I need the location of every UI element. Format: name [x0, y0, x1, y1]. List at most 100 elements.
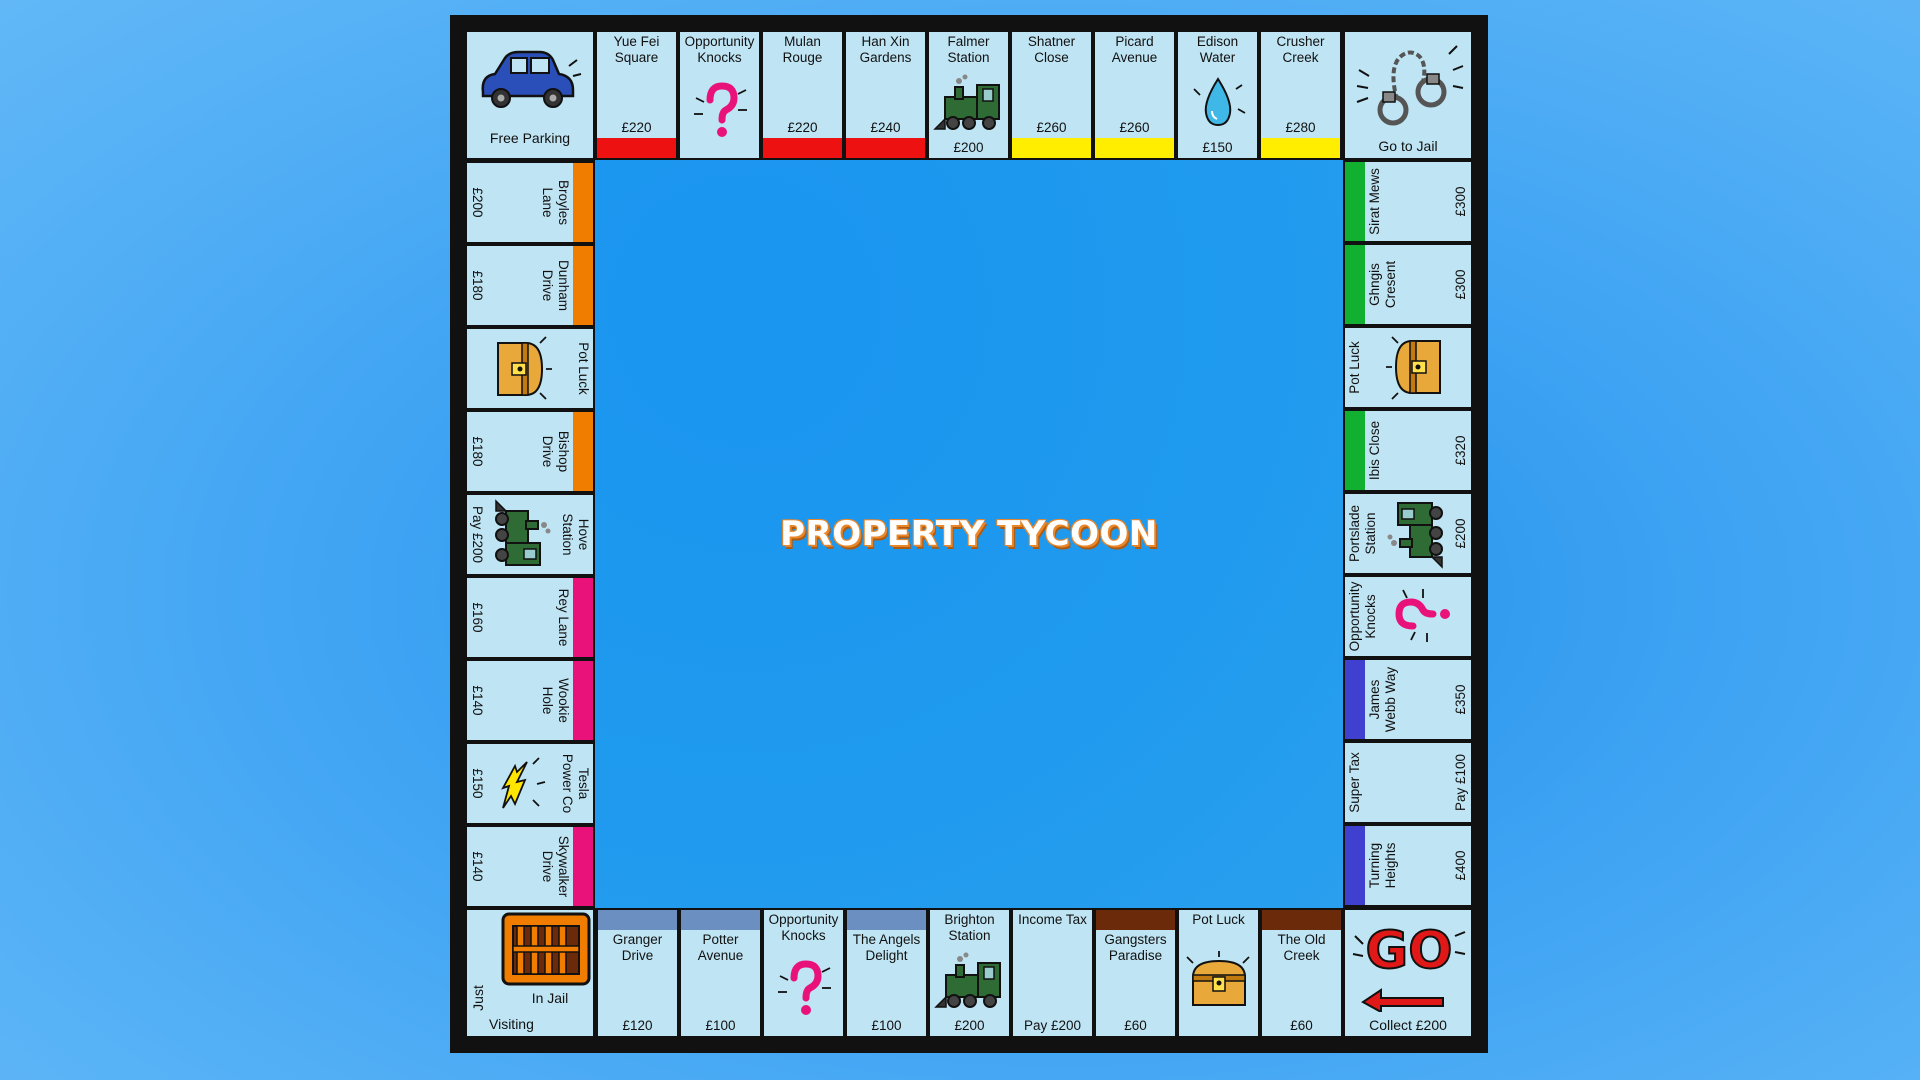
train-icon — [485, 498, 559, 571]
go-to-jail-label: Go to Jail — [1378, 138, 1438, 154]
board-space[interactable]: Gangsters Paradise £60 — [1094, 908, 1177, 1038]
go-big-text: GO — [1366, 921, 1453, 981]
color-band — [1345, 162, 1365, 241]
space-name: Rey Lane — [556, 588, 571, 647]
space-name: Opportunity Knocks — [1347, 581, 1378, 652]
board-space[interactable]: The Angels Delight £100 — [845, 908, 928, 1038]
board-space[interactable]: Granger Drive £120 — [596, 908, 679, 1038]
board-space[interactable]: Hove Station Pay £200 — [465, 493, 595, 576]
space-name: Crusher Creek — [1276, 34, 1325, 65]
chest-icon — [1363, 332, 1468, 404]
board-space[interactable]: Turning Heights £400 — [1343, 824, 1473, 907]
space-price: £260 — [1119, 120, 1150, 135]
board-space[interactable]: Income Tax Pay £200 — [1011, 908, 1094, 1038]
space-name: Opportunity Knocks — [768, 912, 839, 943]
color-band — [1262, 910, 1341, 930]
board-space[interactable]: Opportunity Knocks — [678, 30, 761, 160]
corner-go[interactable]: GO Collect £200 — [1343, 908, 1473, 1038]
space-price: £60 — [1290, 1018, 1313, 1033]
board-space[interactable]: Broyles Lane £200 — [465, 161, 595, 244]
space-name: Super Tax — [1347, 752, 1362, 813]
board-space[interactable]: Opportunity Knocks — [762, 908, 845, 1038]
board-space[interactable]: Portslade Station £200 — [1343, 492, 1473, 575]
board-space[interactable]: Tesla Power Co £150 — [465, 742, 595, 825]
board-space[interactable]: The Old Creek £60 — [1260, 908, 1343, 1038]
board-space[interactable]: Pot Luck — [1177, 908, 1260, 1038]
color-band — [681, 910, 760, 930]
board-space[interactable]: Brighton Station £200 — [928, 908, 1011, 1038]
water-drop-icon — [1190, 66, 1246, 140]
color-band — [1012, 138, 1091, 158]
space-price: £180 — [470, 436, 485, 467]
question-icon — [776, 944, 832, 1033]
board-space[interactable]: Pot Luck — [1343, 326, 1473, 409]
lightning-icon — [485, 752, 559, 816]
space-name: Gangsters Paradise — [1104, 932, 1167, 963]
board-space[interactable]: Picard Avenue £260 — [1093, 30, 1176, 160]
board-space[interactable]: Han Xin Gardens £240 — [844, 30, 927, 160]
space-price: £100 — [705, 1018, 736, 1033]
board-space[interactable]: Edison Water £150 — [1176, 30, 1259, 160]
corner-go-to-jail[interactable]: Go to Jail — [1343, 30, 1473, 160]
color-band — [1261, 138, 1340, 158]
color-band — [1345, 411, 1365, 490]
space-price: £200 — [1453, 518, 1468, 549]
board-space[interactable]: Dunham Drive £180 — [465, 244, 595, 327]
corner-free-parking[interactable]: Free Parking — [465, 30, 595, 160]
space-name: Tesla Power Co — [560, 753, 591, 814]
board-space[interactable]: Wookie Hole £140 — [465, 659, 595, 742]
space-price: £280 — [1285, 120, 1316, 135]
board-space[interactable]: James Webb Way £350 — [1343, 658, 1473, 741]
game-board: PROPERTY TYCOON Free Parking Go to Jail … — [450, 15, 1488, 1053]
space-price: £200 — [953, 140, 984, 155]
board-space[interactable]: Rey Lane £160 — [465, 576, 595, 659]
board-space[interactable]: Crusher Creek £280 — [1259, 30, 1342, 160]
space-name: The Angels Delight — [852, 932, 921, 963]
space-price: £260 — [1036, 120, 1067, 135]
board-space[interactable]: Falmer Station £200 — [927, 30, 1010, 160]
space-price: £320 — [1453, 435, 1468, 466]
space-name: Han Xin Gardens — [859, 34, 912, 65]
corner-jail[interactable]: In Jail Just Visiting — [465, 908, 595, 1038]
board-space[interactable]: Shatner Close £260 — [1010, 30, 1093, 160]
space-name: Ibis Close — [1367, 420, 1382, 481]
space-name: The Old Creek — [1277, 932, 1326, 963]
space-name: Brighton Station — [944, 912, 995, 943]
game-title: PROPERTY TYCOON — [780, 514, 1158, 554]
go-collect-label: Collect £200 — [1369, 1017, 1447, 1033]
space-name: Pot Luck — [1347, 341, 1362, 394]
board-space[interactable]: Sirat Mews £300 — [1343, 160, 1473, 243]
space-name: Mulan Rouge — [782, 34, 823, 65]
space-name: Broyles Lane — [540, 179, 571, 225]
board-center: PROPERTY TYCOON — [595, 160, 1343, 908]
space-name: Hove Station — [560, 513, 591, 556]
space-price: £400 — [1453, 850, 1468, 881]
color-band — [598, 910, 677, 930]
space-price: £220 — [787, 120, 818, 135]
board-space[interactable]: Mulan Rouge £220 — [761, 30, 844, 160]
space-name: Ghngis Cresent — [1367, 260, 1398, 309]
space-name: Falmer Station — [947, 34, 990, 65]
board-space[interactable]: Opportunity Knocks — [1343, 575, 1473, 658]
chest-icon — [470, 333, 575, 405]
board-space[interactable]: Skywalker Drive £140 — [465, 825, 595, 908]
train-icon — [933, 944, 1006, 1018]
question-icon — [1379, 589, 1468, 645]
color-band — [573, 412, 593, 491]
color-band — [573, 578, 593, 657]
jail-bars-icon — [501, 912, 591, 988]
space-price: £120 — [622, 1018, 653, 1033]
space-name: Portslade Station — [1347, 504, 1378, 563]
board-space[interactable]: Potter Avenue £100 — [679, 908, 762, 1038]
space-price: £150 — [470, 768, 485, 799]
board-space[interactable]: Yue Fei Square £220 — [595, 30, 678, 160]
space-name: Dunham Drive — [540, 259, 571, 312]
chest-icon — [1183, 928, 1255, 1033]
board-space[interactable]: Ibis Close £320 — [1343, 409, 1473, 492]
board-space[interactable]: Super Tax Pay £100 — [1343, 741, 1473, 824]
space-name: Yue Fei Square — [613, 34, 660, 65]
board-space[interactable]: Bishop Drive £180 — [465, 410, 595, 493]
color-band — [847, 910, 926, 930]
board-space[interactable]: Pot Luck — [465, 327, 595, 410]
board-space[interactable]: Ghngis Cresent £300 — [1343, 243, 1473, 326]
